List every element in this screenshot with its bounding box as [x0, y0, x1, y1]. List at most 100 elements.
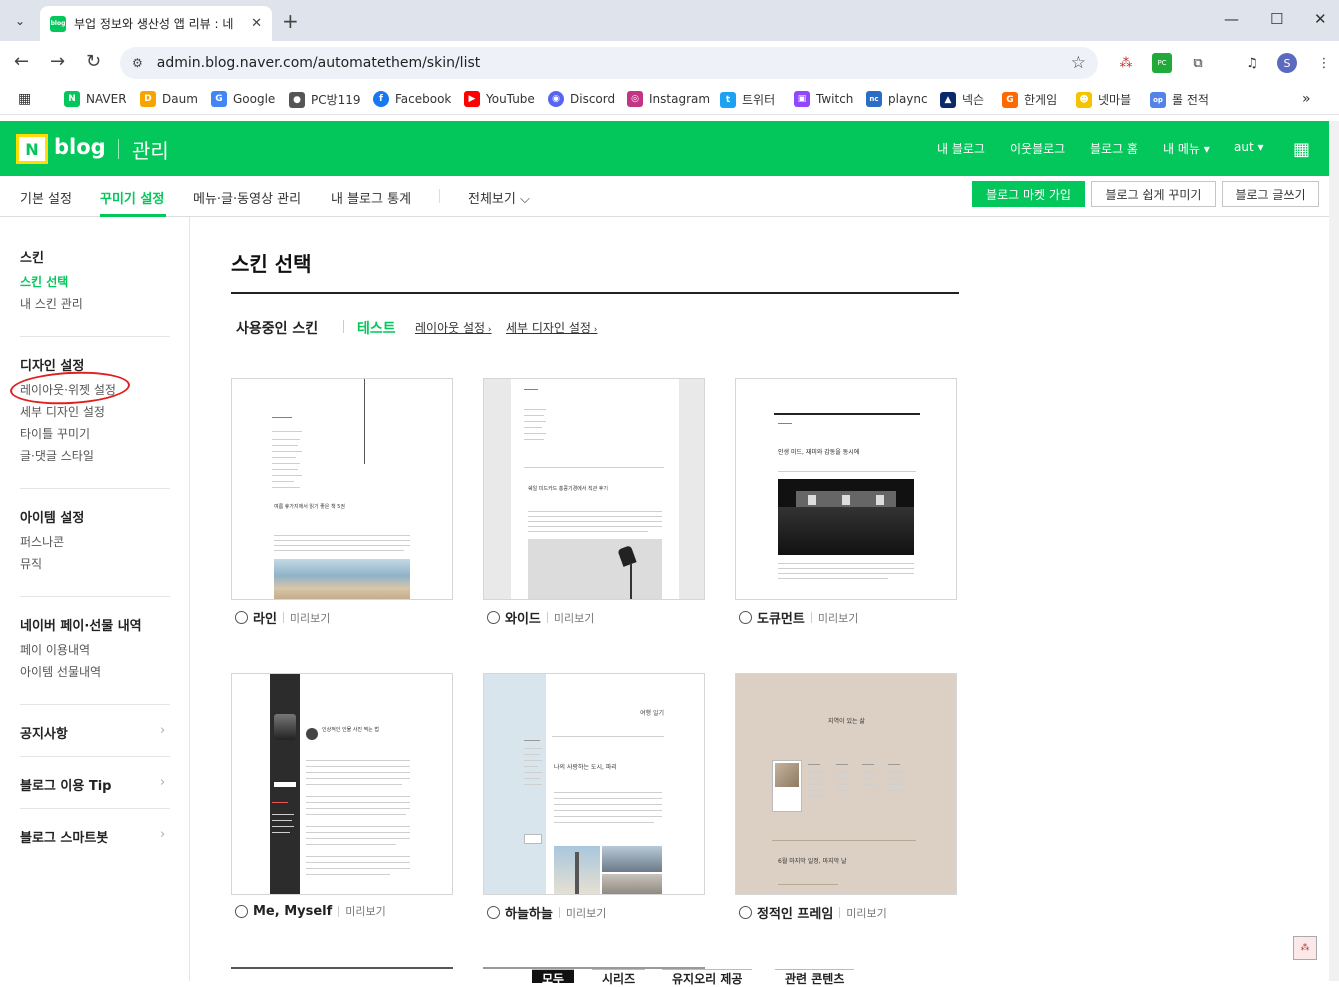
preview-link[interactable]: 미리보기 — [554, 610, 594, 626]
bookmark-nexon[interactable]: ▲ 넥슨 — [940, 91, 984, 108]
sidebar-divider — [20, 596, 170, 597]
tab-menu-post-video[interactable]: 메뉴·글·동영상 관리 — [193, 188, 301, 207]
skin-radio[interactable] — [487, 906, 500, 919]
header-my-blog[interactable]: 내 블로그 — [937, 140, 985, 157]
minimize-icon[interactable]: — — [1224, 10, 1239, 28]
header-my-menu[interactable]: 내 메뉴 ▾ — [1163, 140, 1210, 157]
forward-arrow-icon[interactable]: → — [50, 51, 65, 72]
skin-radio[interactable] — [739, 611, 752, 624]
bookmark-lol-stats[interactable]: op 롤 전적 — [1150, 91, 1209, 108]
skin-radio[interactable] — [739, 906, 752, 919]
sidebar-item-my-skin[interactable]: 내 스킨 관리 — [20, 295, 83, 312]
maximize-icon[interactable]: ☐ — [1270, 10, 1283, 28]
google-icon: G — [211, 91, 227, 107]
bookmark-pcbang119[interactable]: ● PC방119 — [289, 91, 361, 108]
skin-card-haneul[interactable]: 여행 일기 나의 사랑하는 도시, 파리 — [483, 673, 705, 895]
hangame-icon: G — [1002, 91, 1018, 108]
bookmark-hangame[interactable]: G 한게임 — [1002, 91, 1057, 108]
preview-link[interactable]: 미리보기 — [818, 610, 858, 626]
browser-menu-icon[interactable]: ⋮ — [1314, 53, 1334, 73]
bookmark-youtube[interactable]: ▶ YouTube — [464, 91, 535, 107]
profile-avatar[interactable]: S — [1277, 53, 1297, 73]
header-blog-home[interactable]: 블로그 홈 — [1090, 140, 1138, 157]
service-grid-icon[interactable]: ▦ — [1293, 139, 1310, 160]
write-post-button[interactable]: 블로그 글쓰기 — [1222, 181, 1319, 207]
sidebar-item-pay-history[interactable]: 페이 이용내역 — [20, 641, 90, 658]
browser-tab[interactable]: blog 부업 정보와 생산성 앱 리뷰 : 네 ✕ — [40, 6, 272, 41]
back-arrow-icon[interactable]: ← — [14, 51, 29, 72]
sidebar-item-detail-design[interactable]: 세부 디자인 설정 — [20, 403, 105, 420]
skin-card-line[interactable]: 여름 휴가지에서 읽기 좋은 책 5권 — [231, 378, 453, 600]
sidebar-item-title-decorate[interactable]: 타이틀 꾸미기 — [20, 425, 90, 442]
sidebar-item-post-style[interactable]: 글·댓글 스타일 — [20, 447, 94, 464]
sidebar-item-music[interactable]: 뮤직 — [20, 555, 42, 572]
bookmark-instagram[interactable]: ◎ Instagram — [627, 91, 710, 107]
skin-card-static-frame[interactable]: 지역이 있는 삶 6월 마지막 일정, 마지막 날 — [735, 673, 957, 895]
skin-option-me-myself[interactable]: Me, Myself 미리보기 — [235, 903, 386, 919]
naver-logo-icon[interactable]: N — [16, 134, 48, 164]
tab-close-icon[interactable]: ✕ — [251, 16, 262, 31]
sidebar-link-smartbot[interactable]: 블로그 스마트봇 — [20, 827, 108, 846]
extension-pcbang-icon[interactable]: PC — [1152, 53, 1172, 73]
skin-option-wide[interactable]: 와이드 미리보기 — [487, 608, 594, 627]
sidebar-item-gift-history[interactable]: 아이템 선물내역 — [20, 663, 101, 680]
apps-grid-icon[interactable]: ▦ — [18, 91, 31, 107]
bookmark-star-icon[interactable]: ☆ — [1071, 53, 1086, 73]
extension-bowling-icon[interactable]: ⁂ — [1116, 53, 1136, 73]
skin-option-haneul[interactable]: 하늘하늘 미리보기 — [487, 903, 606, 922]
bookmark-google[interactable]: G Google — [211, 91, 275, 107]
page-title: 스킨 선택 — [231, 252, 312, 276]
reload-icon[interactable]: ↻ — [86, 51, 101, 72]
tab-search-chevron-icon[interactable]: ⌄ — [8, 9, 32, 33]
bookmark-facebook[interactable]: f Facebook — [373, 91, 451, 107]
address-bar[interactable]: ⚙ admin.blog.naver.com/automatethem/skin… — [120, 47, 1098, 79]
bookmark-netmarble[interactable]: ☻ 넷마블 — [1076, 91, 1131, 108]
skin-radio[interactable] — [235, 904, 248, 918]
bookmarks-overflow-icon[interactable]: » — [1302, 91, 1311, 107]
current-skin-name: 테스트 — [357, 321, 396, 337]
preview-link[interactable]: 미리보기 — [566, 905, 606, 921]
instagram-icon: ◎ — [627, 91, 643, 107]
chevron-right-icon: › — [160, 723, 166, 738]
detail-design-link[interactable]: 세부 디자인 설정 › — [506, 319, 597, 336]
bookmark-plaync[interactable]: nc plaync — [866, 91, 928, 107]
tab-basic-settings[interactable]: 기본 설정 — [20, 188, 72, 207]
sidebar-link-tips[interactable]: 블로그 이용 Tip — [20, 775, 111, 794]
skin-option-static-frame[interactable]: 정적인 프레임 미리보기 — [739, 903, 887, 922]
page-scrollbar[interactable] — [1329, 121, 1339, 981]
blog-admin-header: N blog 관리 내 블로그 이웃블로그 블로그 홈 내 메뉴 ▾ aut ▾… — [0, 121, 1329, 176]
bookmark-naver[interactable]: N NAVER — [64, 91, 127, 107]
preview-link[interactable]: 미리보기 — [290, 610, 330, 626]
tab-decoration-settings[interactable]: 꾸미기 설정 — [100, 188, 164, 207]
tab-blog-stats[interactable]: 내 블로그 통계 — [331, 188, 411, 207]
header-account[interactable]: aut ▾ — [1234, 140, 1264, 154]
bowling-pins-icon[interactable]: ⁂ — [1293, 936, 1317, 960]
bookmark-discord[interactable]: ◉ Discord — [548, 91, 615, 107]
bookmark-twitter[interactable]: t 트위터 — [720, 91, 775, 108]
bookmark-twitch[interactable]: ▣ Twitch — [794, 91, 853, 107]
blog-logo[interactable]: blog — [54, 135, 106, 159]
extensions-puzzle-icon[interactable]: ⧉ — [1188, 53, 1208, 73]
skin-option-line[interactable]: 라인 미리보기 — [235, 608, 330, 627]
skin-option-document[interactable]: 도큐먼트 미리보기 — [739, 608, 858, 627]
bookmark-daum[interactable]: D Daum — [140, 91, 198, 107]
new-tab-plus-icon[interactable]: + — [282, 9, 299, 33]
easy-decorate-button[interactable]: 블로그 쉽게 꾸미기 — [1091, 181, 1216, 207]
skin-radio[interactable] — [487, 611, 500, 624]
preview-link[interactable]: 미리보기 — [345, 903, 385, 919]
skin-card-document[interactable]: 인생 미드, 재미와 감동을 동시에 — [735, 378, 957, 600]
layout-settings-link[interactable]: 레이아웃 설정 › — [415, 319, 492, 336]
sidebar-item-skin-select[interactable]: 스킨 선택 — [20, 273, 68, 290]
close-window-icon[interactable]: ✕ — [1314, 10, 1327, 28]
preview-link[interactable]: 미리보기 — [846, 905, 886, 921]
header-neighbor-blog[interactable]: 이웃블로그 — [1010, 140, 1065, 157]
media-control-icon[interactable]: ♫ — [1242, 53, 1262, 73]
blog-market-join-button[interactable]: 블로그 마켓 가입 — [972, 181, 1085, 207]
site-info-icon[interactable]: ⚙ — [132, 56, 143, 70]
sidebar-item-personacon[interactable]: 퍼스나콘 — [20, 533, 64, 550]
skin-card-wide[interactable]: 쉐일 미드카드 홍콩기경에서 직관 후기 — [483, 378, 705, 600]
skin-card-me-myself[interactable]: 인상적인 인물 사진 찍는 법 — [231, 673, 453, 895]
tab-view-all[interactable]: 전체보기 ⌵ — [468, 188, 530, 207]
sidebar-link-notice[interactable]: 공지사항 — [20, 723, 68, 742]
skin-radio[interactable] — [235, 611, 248, 624]
